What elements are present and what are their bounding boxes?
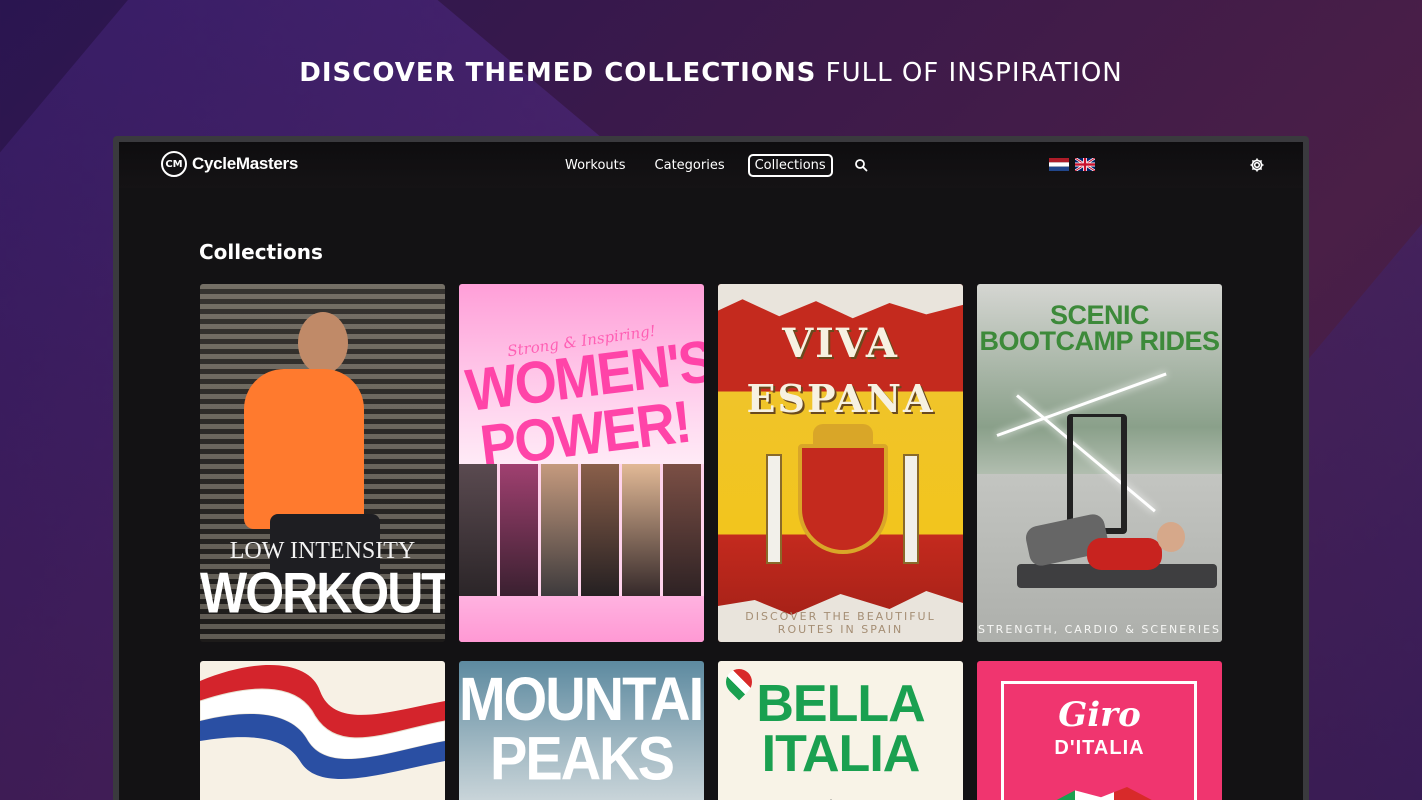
logo-mark-icon: CM (161, 151, 187, 177)
collection-card-giro-ditalia[interactable]: Giro D'ITALIA (977, 661, 1222, 800)
card-image (718, 284, 963, 319)
brand-name: CycleMasters (192, 154, 299, 173)
collection-card-mountain-peaks[interactable]: MOUNTAIN PEAKS (459, 661, 704, 800)
uk-flag-icon[interactable] (1075, 158, 1095, 171)
card-title-line2: ESPANA (746, 376, 935, 421)
card-title: BELLA ITALIA (756, 675, 925, 783)
collection-card-low-intensity[interactable]: LOW INTENSITY WORKOUTS (200, 284, 445, 642)
collections-grid: LOW INTENSITY WORKOUTS Strong & Inspirin… (200, 284, 1230, 800)
card-image (459, 464, 704, 596)
card-subtitle: DISCOVER THE BEAUTIFUL ROUTES IN SPAIN (745, 610, 936, 636)
card-image (298, 312, 348, 374)
card-title-line2: WORKOUTS (200, 560, 445, 626)
page-title: Collections (199, 240, 323, 264)
headline-light: FULL OF INSPIRATION (825, 58, 1123, 88)
collection-card-viva-espana[interactable]: VIVA ESPANA DISCOVER THE BEAUTIFUL ROUTE… (718, 284, 963, 642)
card-title: MOUNTAIN PEAKS (459, 664, 704, 793)
nav-collections[interactable]: Collections (747, 153, 833, 177)
search-icon[interactable] (854, 158, 868, 172)
top-navbar: CM CycleMasters Workouts Categories Coll… (119, 142, 1303, 188)
card-title: WOMEN'S POWER! (462, 328, 704, 480)
nav-categories[interactable]: Categories (649, 155, 731, 176)
card-image (244, 369, 364, 529)
tv-frame: CM CycleMasters Workouts Categories Coll… (113, 136, 1309, 800)
language-switcher (1049, 158, 1095, 171)
coat-of-arms-icon (798, 444, 888, 554)
card-image (903, 454, 919, 564)
card-image (459, 596, 704, 642)
marketing-headline: DISCOVER THEMED COLLECTIONS FULL OF INSP… (0, 58, 1422, 88)
collection-card-scenic-bootcamp[interactable]: SCENIC BOOTCAMP RIDES STRENGTH, CARDIO &… (977, 284, 1222, 642)
card-subtitle: STRENGTH, CARDIO & SCENERIES (977, 623, 1222, 636)
collection-card-bella-italia[interactable]: BELLA ITALIA (718, 661, 963, 800)
card-title-line1: VIVA (782, 320, 899, 367)
card-subtitle: D'ITALIA (1054, 737, 1145, 759)
card-image (1157, 522, 1185, 552)
collection-card-dutch[interactable] (200, 661, 445, 800)
card-title: Giro (1058, 695, 1141, 735)
netherlands-flag-icon[interactable] (1049, 158, 1069, 171)
brand-logo[interactable]: CM CycleMasters (161, 151, 298, 177)
gear-icon[interactable] (1249, 157, 1265, 173)
headline-bold: DISCOVER THEMED COLLECTIONS (299, 58, 817, 88)
dutch-ribbon-icon (200, 664, 445, 780)
nav-workouts[interactable]: Workouts (559, 155, 632, 176)
card-image (1087, 538, 1162, 570)
collection-card-womens-power[interactable]: Strong & Inspiring! WOMEN'S POWER! (459, 284, 704, 642)
app-screen: CM CycleMasters Workouts Categories Coll… (119, 142, 1303, 800)
card-image (766, 454, 782, 564)
main-nav: Workouts Categories Collections (559, 142, 868, 188)
card-title: SCENIC BOOTCAMP RIDES (979, 300, 1220, 356)
